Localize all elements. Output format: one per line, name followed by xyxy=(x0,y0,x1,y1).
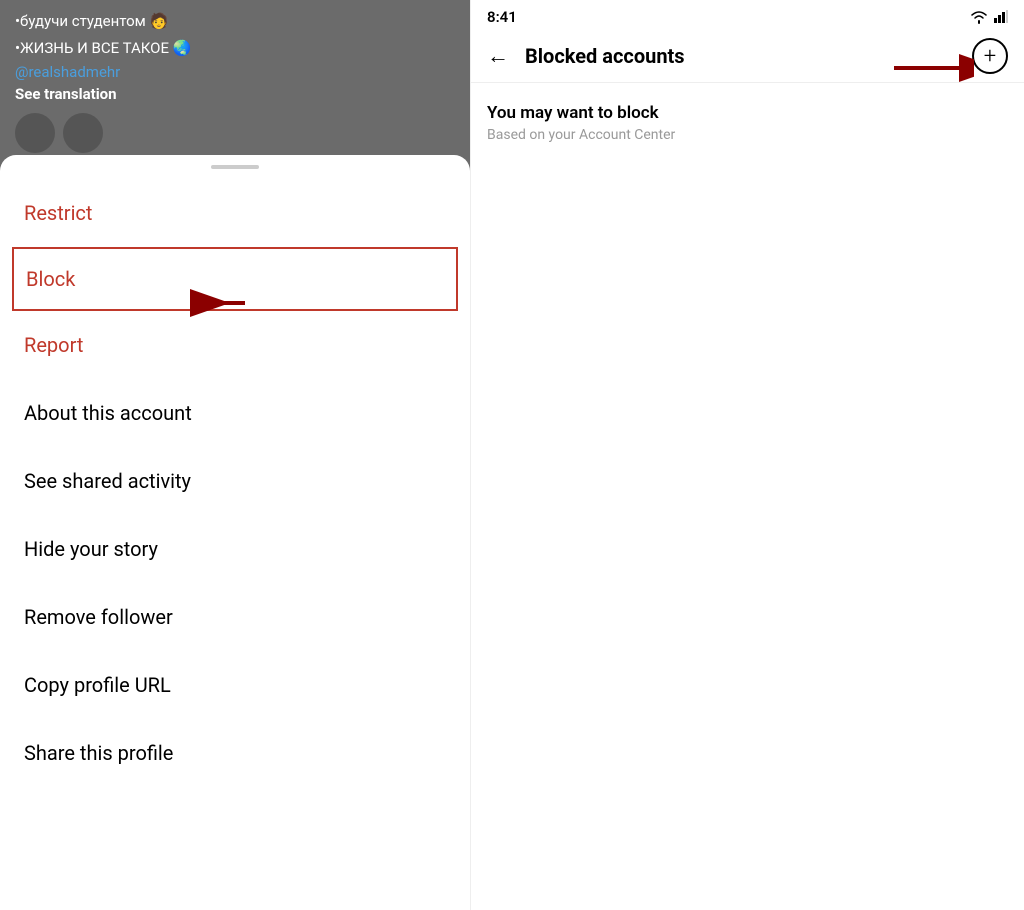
right-panel: 8:41 ← Blocked accounts + You may want t… xyxy=(470,0,1024,910)
back-button[interactable]: ← xyxy=(487,43,509,69)
menu-item-restrict[interactable]: Restrict xyxy=(0,179,470,247)
section-title: You may want to block xyxy=(487,103,1008,123)
status-icons xyxy=(970,10,1008,24)
menu-item-share-profile[interactable]: Share this profile xyxy=(0,719,470,787)
red-arrow-block xyxy=(180,278,250,332)
avatar xyxy=(15,113,55,153)
add-block-button[interactable]: + xyxy=(972,38,1008,74)
bottom-sheet: Restrict Block Report About this account… xyxy=(0,155,470,910)
profile-link[interactable]: @realshadmehr xyxy=(15,63,455,81)
menu-item-shared-activity[interactable]: See shared activity xyxy=(0,447,470,515)
post-text-line1: •будучи студентом 🧑 xyxy=(15,10,455,33)
status-bar: 8:41 xyxy=(471,0,1024,30)
menu-item-about[interactable]: About this account xyxy=(0,379,470,447)
menu-list: Restrict Block Report About this account… xyxy=(0,169,470,787)
menu-item-copy-url[interactable]: Copy profile URL xyxy=(0,651,470,719)
red-arrow-add xyxy=(884,38,974,102)
menu-item-remove-follower[interactable]: Remove follower xyxy=(0,583,470,651)
wifi-icon xyxy=(970,10,988,24)
status-time: 8:41 xyxy=(487,8,517,26)
signal-icon xyxy=(994,10,1008,24)
see-translation-button[interactable]: See translation xyxy=(15,85,455,103)
section-subtitle: Based on your Account Center xyxy=(487,127,1008,143)
post-text-line2: •ЖИЗНЬ И ВСЕ ТАКОЕ 🌏 xyxy=(15,37,455,60)
menu-item-hide-story[interactable]: Hide your story xyxy=(0,515,470,583)
avatar-2 xyxy=(63,113,103,153)
